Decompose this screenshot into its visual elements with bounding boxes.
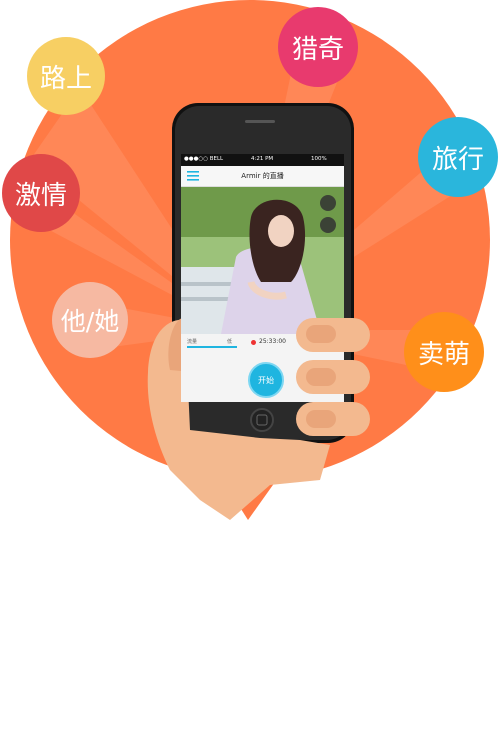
topic-bubble-lvxing[interactable]: 旅行 [418, 117, 498, 197]
promo-illustration: ●●●○○ BELL 4:21 PM 100% Armir 的直播 流量 低 2… [0, 0, 500, 736]
topic-bubble-lieqi[interactable]: 猎奇 [278, 7, 358, 87]
topic-bubble-maimeng[interactable]: 卖萌 [404, 312, 484, 392]
topic-bubble-jiqing[interactable]: 激情 [2, 154, 80, 232]
topic-bubble-lushang[interactable]: 路上 [27, 37, 105, 115]
topic-bubble-tata[interactable]: 他/她 [52, 282, 128, 358]
